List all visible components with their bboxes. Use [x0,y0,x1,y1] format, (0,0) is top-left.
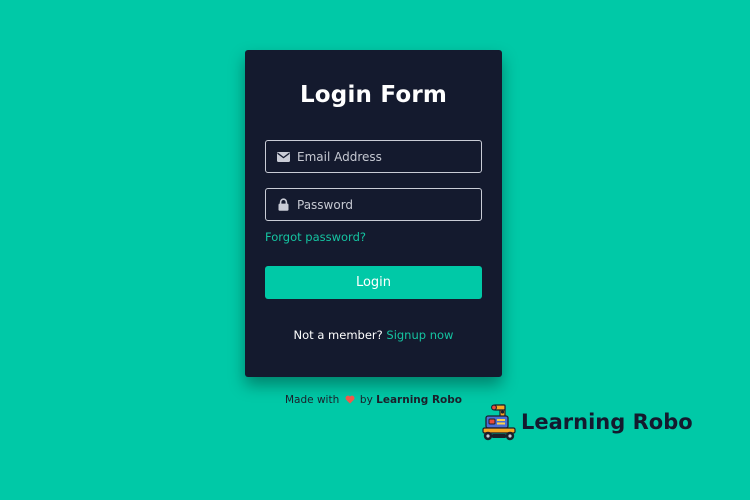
footer-credit: Made with by Learning Robo [245,392,502,409]
envelope-icon [276,141,290,172]
email-input[interactable] [297,141,477,172]
signup-prompt-text: Not a member? [293,328,383,342]
brand-watermark: Learning Robo [480,402,693,442]
robot-logo-icon [482,404,516,441]
page-title: Login Form [299,82,448,108]
login-button[interactable]: Login [265,266,482,299]
made-with-text: Made with [285,394,340,406]
password-input[interactable] [297,189,477,220]
forgot-password-link[interactable]: Forgot password? [265,229,366,245]
signup-link[interactable]: Signup now [386,328,453,342]
signup-prompt: Not a member? Signup now [245,327,502,343]
login-card: Login Form Forgot password? Login Not a … [245,50,502,377]
lock-icon [276,189,290,220]
email-field[interactable] [265,140,482,173]
password-field[interactable] [265,188,482,221]
brand-name: Learning Robo [521,410,693,434]
footer-author: Learning Robo [376,394,462,406]
heart-icon [345,393,355,409]
by-text: by [359,394,373,406]
